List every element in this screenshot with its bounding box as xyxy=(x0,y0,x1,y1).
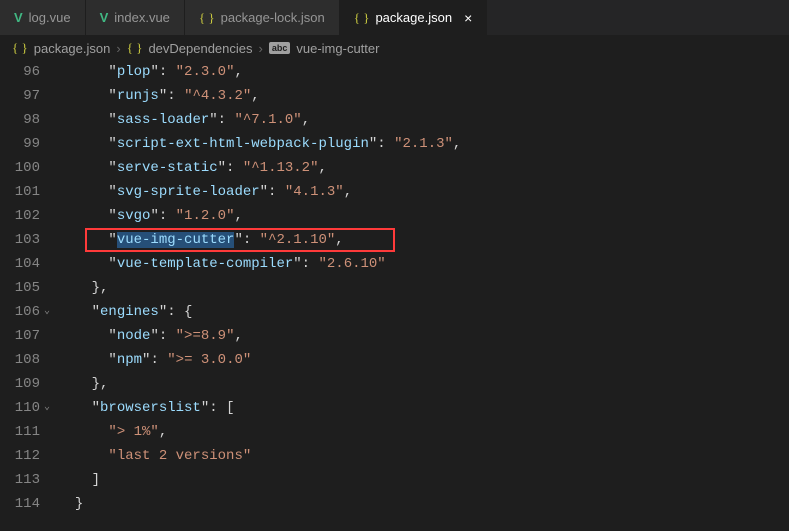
code-line[interactable]: "runjs": "^4.3.2", xyxy=(58,84,789,108)
code-area[interactable]: "plop": "2.3.0", "runjs": "^4.3.2", "sas… xyxy=(58,60,789,516)
code-line[interactable]: } xyxy=(58,492,789,516)
line-number: 101 xyxy=(0,180,40,204)
code-line[interactable]: ] xyxy=(58,468,789,492)
tab-label: package.json xyxy=(375,10,452,25)
tab-label: index.vue xyxy=(114,10,170,25)
line-number: 100 xyxy=(0,156,40,180)
line-number: 110 xyxy=(0,396,40,420)
tab-index-vue[interactable]: Vindex.vue xyxy=(86,0,185,35)
code-line[interactable]: }, xyxy=(58,276,789,300)
code-line[interactable]: }, xyxy=(58,372,789,396)
line-number: 98 xyxy=(0,108,40,132)
line-number: 99 xyxy=(0,132,40,156)
code-line[interactable]: "script-ext-html-webpack-plugin": "2.1.3… xyxy=(58,132,789,156)
code-line[interactable]: "vue-img-cutter": "^2.1.10", xyxy=(58,228,789,252)
chevron-right-icon: › xyxy=(259,41,263,56)
line-number: 103 xyxy=(0,228,40,252)
line-number: 111 xyxy=(0,420,40,444)
line-number: 107 xyxy=(0,324,40,348)
json-icon: { } xyxy=(354,10,370,26)
code-line[interactable]: "> 1%", xyxy=(58,420,789,444)
fold-chevron-icon[interactable]: ⌄ xyxy=(44,300,50,324)
code-line[interactable]: "engines": {⌄ xyxy=(58,300,789,324)
line-number: 105 xyxy=(0,276,40,300)
breadcrumb: { } package.json › { } devDependencies ›… xyxy=(0,36,789,60)
code-line[interactable]: "plop": "2.3.0", xyxy=(58,60,789,84)
vue-icon: V xyxy=(14,10,23,25)
object-icon: { } xyxy=(127,40,143,56)
tab-log-vue[interactable]: Vlog.vue xyxy=(0,0,86,35)
line-number: 112 xyxy=(0,444,40,468)
fold-chevron-icon[interactable]: ⌄ xyxy=(44,396,50,420)
json-icon: { } xyxy=(12,40,28,56)
line-number: 113 xyxy=(0,468,40,492)
chevron-right-icon: › xyxy=(116,41,120,56)
code-line[interactable]: "browserslist": [⌄ xyxy=(58,396,789,420)
line-number: 109 xyxy=(0,372,40,396)
line-number: 96 xyxy=(0,60,40,84)
code-line[interactable]: "node": ">=8.9", xyxy=(58,324,789,348)
json-icon: { } xyxy=(199,10,215,26)
code-line[interactable]: "sass-loader": "^7.1.0", xyxy=(58,108,789,132)
code-line[interactable]: "vue-template-compiler": "2.6.10" xyxy=(58,252,789,276)
tab-bar: Vlog.vueVindex.vue{ }package-lock.json{ … xyxy=(0,0,789,36)
vue-icon: V xyxy=(100,10,109,25)
line-number: 102 xyxy=(0,204,40,228)
tab-package-lock-json[interactable]: { } package-lock.json xyxy=(185,0,340,35)
tab-label: package-lock.json xyxy=(221,10,325,25)
breadcrumb-file[interactable]: package.json xyxy=(34,41,111,56)
code-line[interactable]: "last 2 versions" xyxy=(58,444,789,468)
breadcrumb-leaf[interactable]: vue-img-cutter xyxy=(296,41,379,56)
code-line[interactable]: "npm": ">= 3.0.0" xyxy=(58,348,789,372)
line-number: 114 xyxy=(0,492,40,516)
close-icon[interactable]: × xyxy=(464,11,472,25)
code-line[interactable]: "svgo": "1.2.0", xyxy=(58,204,789,228)
tab-label: log.vue xyxy=(29,10,71,25)
line-number: 108 xyxy=(0,348,40,372)
breadcrumb-section[interactable]: devDependencies xyxy=(148,41,252,56)
line-number: 104 xyxy=(0,252,40,276)
code-editor[interactable]: 9697989910010110210310410510610710810911… xyxy=(0,60,789,516)
tab-package-json[interactable]: { } package.json × xyxy=(340,0,488,35)
string-badge-icon: abc xyxy=(269,42,291,54)
code-line[interactable]: "serve-static": "^1.13.2", xyxy=(58,156,789,180)
line-number: 97 xyxy=(0,84,40,108)
code-line[interactable]: "svg-sprite-loader": "4.1.3", xyxy=(58,180,789,204)
line-gutter: 9697989910010110210310410510610710810911… xyxy=(0,60,58,516)
line-number: 106 xyxy=(0,300,40,324)
